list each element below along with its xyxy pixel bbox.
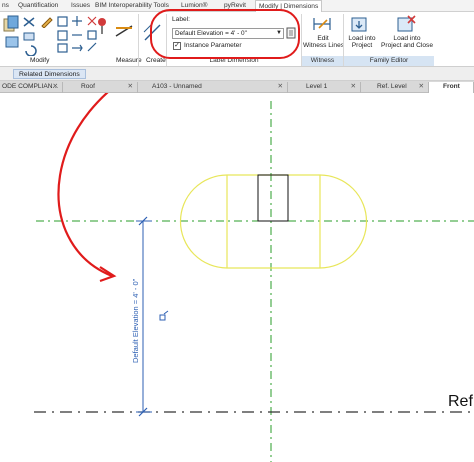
edit-witness-lines-button[interactable]: Edit Witness Lines: [303, 35, 345, 49]
view-tab-bar: ODE COMPLIAN... ✕ Roof ✕ A103 - Unnamed …: [0, 81, 474, 93]
scale-icon: [72, 44, 83, 52]
trim-icon: [87, 42, 97, 52]
pin-icon[interactable]: [94, 14, 116, 36]
edit-witness-lines-label-1: Edit: [317, 35, 329, 42]
context-sub-bar: Related Dimensions: [0, 67, 474, 81]
cut-icon[interactable]: [22, 16, 36, 28]
panel-label-create: Create: [146, 57, 166, 64]
dimension-label-text[interactable]: Default Elevation = 4' - 0": [131, 278, 140, 363]
load-and-close-label-1: Load into: [393, 35, 421, 42]
array-icon: [57, 43, 68, 53]
load-and-close-label-2: Project and Close: [380, 42, 434, 49]
drag-handle-leader: [163, 310, 169, 315]
drawing-svg: Default Elevation = 4' - 0": [34, 93, 474, 462]
join-geometry-icon[interactable]: [4, 34, 20, 50]
view-tab-roof[interactable]: Roof ✕: [63, 82, 138, 93]
ref-level-label[interactable]: Ref: [448, 393, 473, 411]
related-dimensions-button[interactable]: Related Dimensions: [13, 69, 86, 79]
view-tab-label: Roof: [81, 83, 95, 90]
close-icon[interactable]: ✕: [277, 82, 283, 92]
tab-quantification[interactable]: Quantification: [18, 1, 58, 12]
load-into-project-icon[interactable]: [349, 15, 371, 35]
annotation-highlight-ellipse: [150, 9, 300, 59]
load-into-project-label-2: Project: [351, 42, 373, 49]
close-icon[interactable]: ✕: [350, 82, 356, 92]
view-tab-label: Ref. Level: [377, 83, 407, 90]
view-tab-level-1[interactable]: Level 1 ✕: [288, 82, 361, 93]
panel-label-family-editor: Family Editor: [344, 56, 434, 66]
match-properties-icon[interactable]: [40, 16, 54, 28]
tab-issues[interactable]: Issues: [71, 1, 90, 12]
panel-label-witness-lines: Witness Lines: [302, 56, 343, 74]
view-tab-label: Level 1: [306, 83, 328, 90]
view-tab-label: Front: [443, 83, 460, 90]
measure-icon[interactable]: [114, 22, 136, 40]
edit-witness-lines-icon[interactable]: [311, 14, 333, 34]
load-and-close-icon[interactable]: [395, 15, 417, 35]
view-tab-code-compliance[interactable]: ODE COMPLIAN... ✕: [0, 82, 63, 93]
view-tab-label: ODE COMPLIAN...: [2, 83, 59, 90]
panel-label-modify: Modify: [30, 57, 50, 64]
separator: [138, 14, 139, 66]
drawing-canvas[interactable]: Default Elevation = 4' - 0" Ref: [0, 93, 474, 462]
mirror-icon: [57, 30, 68, 41]
cope-icon[interactable]: [22, 30, 36, 42]
load-into-project-label-1: Load into: [348, 35, 376, 42]
rotate-icon[interactable]: [24, 44, 38, 56]
offset-icon: [72, 16, 82, 26]
close-icon[interactable]: ✕: [418, 82, 424, 92]
edit-witness-lines-label-2: Witness Lines: [303, 42, 345, 49]
align-icon: [57, 16, 68, 27]
tab-bim-interoperability[interactable]: BIM Interoperability Tools: [95, 1, 169, 12]
center-rectangle[interactable]: [257, 174, 289, 222]
view-tab-a103-unnamed[interactable]: A103 - Unnamed ✕: [138, 82, 288, 93]
tab-ns[interactable]: ns: [2, 1, 9, 12]
paste-icon[interactable]: [2, 15, 20, 33]
close-icon[interactable]: ✕: [52, 82, 58, 92]
drag-handle-icon[interactable]: [159, 314, 166, 321]
load-into-project-and-close-button[interactable]: Load into Project and Close: [380, 35, 434, 49]
load-into-project-button[interactable]: Load into Project: [344, 35, 380, 49]
view-tab-front[interactable]: Front: [429, 82, 474, 93]
view-tab-ref-level[interactable]: Ref. Level ✕: [361, 82, 429, 93]
close-icon[interactable]: ✕: [127, 82, 133, 92]
view-tab-label: A103 - Unnamed: [152, 83, 202, 90]
